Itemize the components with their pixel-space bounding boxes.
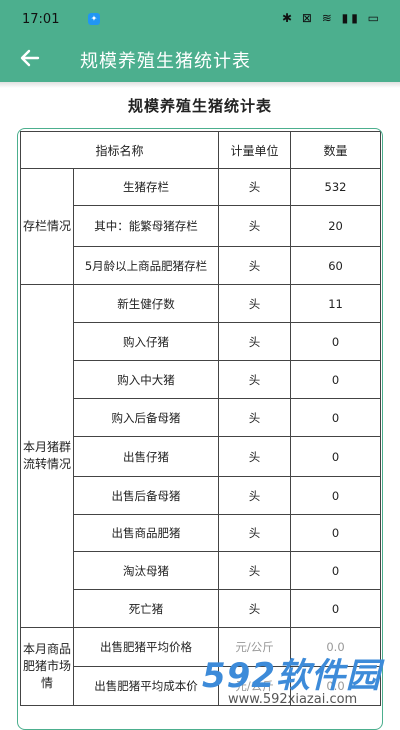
unit-cell: 头: [218, 205, 292, 247]
unit-cell: 头: [218, 168, 292, 206]
quantity-cell: 20: [290, 205, 382, 247]
unit-cell: 头: [218, 514, 292, 552]
unit-cell: 头: [218, 322, 292, 361]
header-indicator: 指标名称: [19, 131, 220, 169]
unit-cell: 头: [218, 284, 292, 323]
unit-cell: 头: [218, 476, 292, 515]
quantity-cell: 0: [290, 514, 382, 552]
quantity-cell: 0: [290, 322, 382, 361]
quantity-cell: 0: [290, 476, 382, 515]
quantity-cell: 0: [290, 398, 382, 437]
indicator-name-cell: 生猪存栏: [72, 168, 220, 206]
table-row: 购入后备母猪头 0: [21, 398, 382, 437]
quantity-cell: 0: [290, 589, 382, 628]
quantity-cell: 0: [290, 551, 382, 590]
indicator-name-cell: 新生健仔数: [72, 284, 220, 323]
stats-table: 指标名称 计量单位 数量 存栏情况 生猪存栏头 532 其中：能繁母猪存栏头 20 5月龄…: [19, 131, 382, 706]
indicator-name-cell: 出售肥猪平均价格: [72, 627, 220, 667]
indicator-name-cell: 出售商品肥猪: [72, 514, 220, 552]
category-cell: 本月猪群流转情况: [20, 284, 74, 628]
status-bar: 17:01 ✦ ✱ ⊠ ≋ ▮▮ ▭: [0, 0, 400, 38]
table-row: 出售后备母猪头 0: [21, 476, 382, 515]
page-title: 规模养殖生猪统计表: [127, 97, 272, 115]
unit-cell: 头: [218, 398, 292, 437]
table-row: 本月猪群流转情况 新生健仔数头 11: [20, 284, 382, 628]
indicator-name-cell: 购入中大猪: [72, 360, 220, 399]
category-cell: 存栏情况: [20, 168, 74, 285]
quantity-cell: 0: [290, 436, 382, 477]
table-row: 存栏情况 生猪存栏头 532: [20, 168, 382, 285]
indicator-name-cell: 出售仔猪: [72, 436, 220, 477]
indicator-name-cell: 其中：能繁母猪存栏: [72, 205, 220, 247]
app-bar: 规模养殖生猪统计表: [0, 38, 400, 82]
indicator-name-cell: 出售后备母猪: [72, 476, 220, 515]
table-row: 死亡猪头 0: [21, 589, 382, 628]
table-row: 其中：能繁母猪存栏头 20: [21, 205, 382, 247]
header-quantity: 数量: [290, 131, 382, 169]
unit-cell: 头: [218, 589, 292, 628]
arrow-left-icon[interactable]: [18, 46, 42, 76]
status-icons: ✱ ⊠ ≋ ▮▮ ▭: [282, 11, 382, 25]
table-row: 淘汰母猪头 0: [21, 551, 382, 590]
table-header-row: 指标名称 计量单位 数量: [19, 131, 382, 169]
quantity-cell: 0: [290, 360, 382, 399]
indicator-name-cell: 5月龄以上商品肥猪存栏: [72, 246, 220, 285]
table-row: 出售商品肥猪头 0: [21, 514, 382, 552]
table-row: 5月龄以上商品肥猪存栏头 60: [21, 246, 382, 285]
table-row: 购入仔猪头 0: [21, 322, 382, 361]
watermark: 592软件园 www.592xiazai.com: [198, 648, 398, 711]
quantity-cell: 60: [290, 246, 382, 285]
indicator-name-cell: 出售肥猪平均成本价: [72, 666, 220, 706]
unit-cell: 头: [218, 436, 292, 477]
table-row: 出售仔猪头 0: [21, 436, 382, 477]
indicator-name-cell: 购入后备母猪: [72, 398, 220, 437]
quantity-cell: 11: [290, 284, 382, 323]
stats-table-card: 指标名称 计量单位 数量 存栏情况 生猪存栏头 532 其中：能繁母猪存栏头 20 5月龄…: [17, 128, 383, 730]
unit-cell: 头: [218, 246, 292, 285]
header-unit: 计量单位: [218, 131, 292, 169]
app-notify-icon: ✦: [88, 13, 100, 25]
app-bar-title: 规模养殖生猪统计表: [80, 51, 251, 72]
unit-cell: 头: [218, 360, 292, 399]
status-time: 17:01: [22, 12, 60, 27]
table-row: 购入中大猪头 0: [21, 360, 382, 399]
app-bar-shadow: [0, 82, 400, 88]
indicator-name-cell: 购入仔猪: [72, 322, 220, 361]
quantity-cell: 532: [290, 168, 382, 206]
indicator-name-cell: 淘汰母猪: [72, 551, 220, 590]
unit-cell: 头: [218, 551, 292, 590]
watermark-logo: 592软件园: [202, 656, 381, 696]
indicator-name-cell: 死亡猪: [72, 589, 220, 628]
watermark-url: www.592xiazai.com: [228, 692, 358, 707]
category-cell: 本月商品肥猪市场情: [20, 627, 74, 706]
